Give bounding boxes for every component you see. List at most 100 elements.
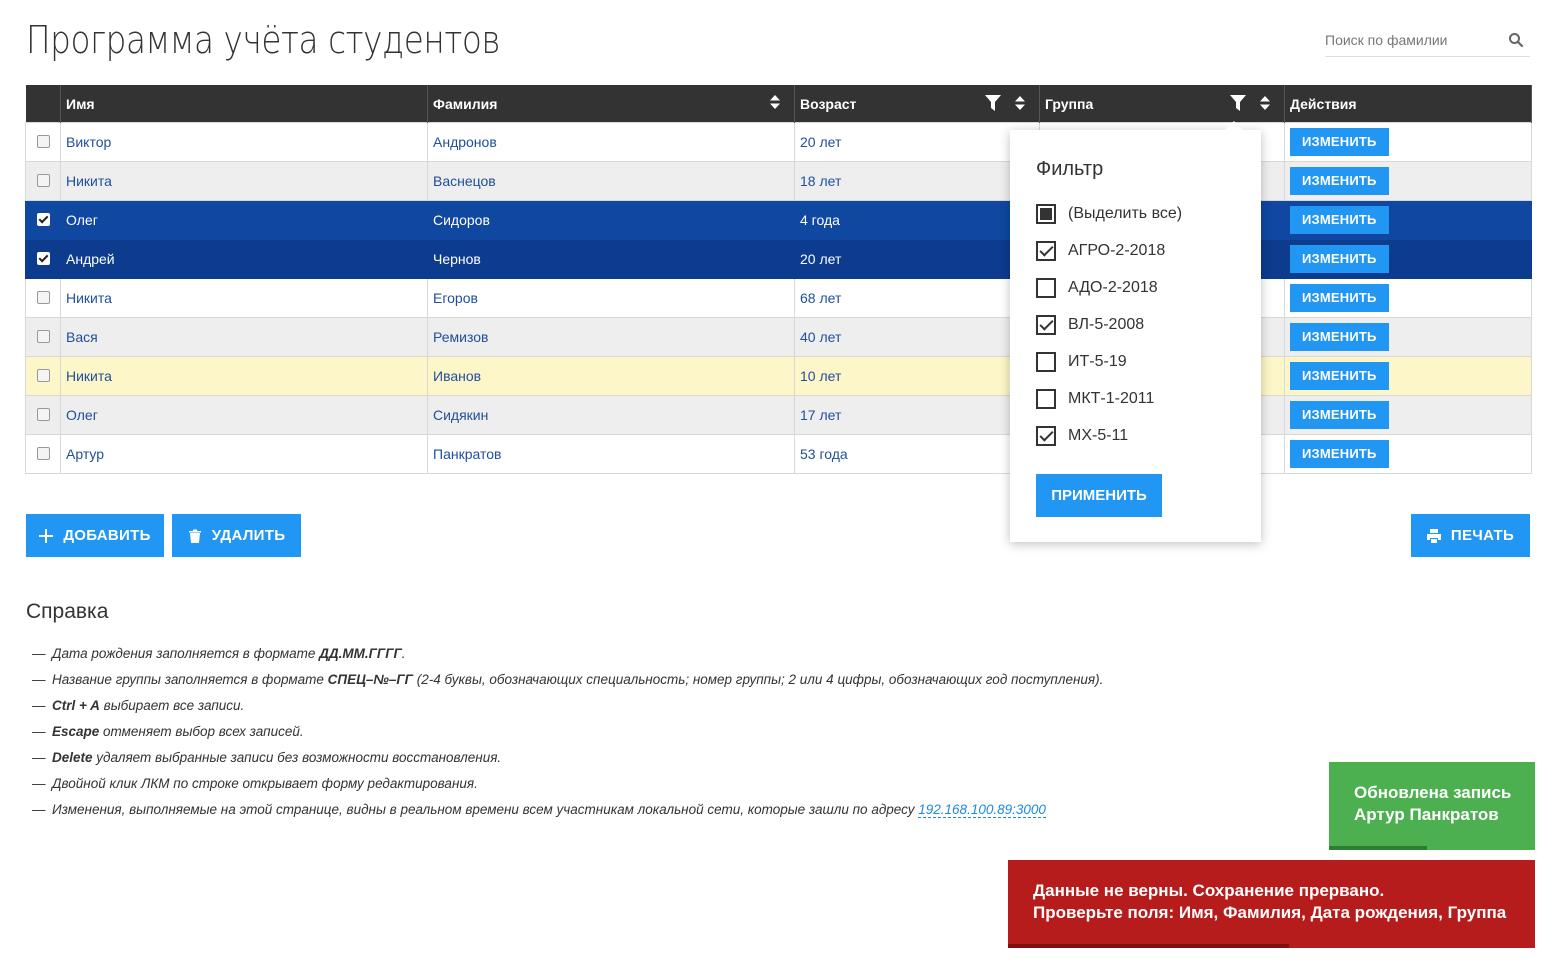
filter-icon[interactable] (1230, 95, 1246, 111)
table-row[interactable]: Артур Панкратов 53 года ИЗМЕНИТЬ (25, 434, 1532, 474)
filter-option-checkbox[interactable] (1036, 389, 1056, 409)
filter-option-checkbox[interactable] (1036, 426, 1056, 446)
edit-button[interactable]: ИЗМЕНИТЬ (1290, 206, 1389, 234)
edit-button[interactable]: ИЗМЕНИТЬ (1290, 245, 1389, 273)
row-checkbox[interactable] (36, 329, 50, 343)
row-select-cell[interactable] (25, 200, 61, 240)
cell-surname: Васнецов (427, 161, 795, 201)
table-row[interactable]: Никита Иванов 10 лет ИЗМЕНИТЬ (25, 356, 1532, 396)
add-button[interactable]: ДОБАВИТЬ (26, 514, 164, 557)
filter-option-checkbox[interactable] (1036, 241, 1056, 261)
table-row[interactable]: Никита Васнецов 18 лет ИЗМЕНИТЬ (25, 161, 1532, 201)
cell-surname: Сидоров (427, 200, 795, 240)
filter-option[interactable]: ИТ-5-19 (1036, 352, 1127, 372)
cell-actions: ИЗМЕНИТЬ (1284, 278, 1532, 318)
filter-option-checkbox[interactable] (1036, 352, 1056, 372)
row-checkbox[interactable] (36, 212, 50, 226)
header-group[interactable]: Группа (1039, 85, 1285, 123)
row-checkbox[interactable] (36, 446, 50, 460)
filter-option-label: МХ-5-11 (1068, 427, 1129, 444)
table-row[interactable]: Олег Сидякин 17 лет ИЗМЕНИТЬ (25, 395, 1532, 435)
cell-name: Олег (60, 200, 428, 240)
sort-icon[interactable] (1015, 96, 1025, 110)
sort-icon[interactable] (770, 95, 780, 109)
row-checkbox[interactable] (36, 173, 50, 187)
header-select[interactable] (25, 85, 61, 123)
row-checkbox[interactable] (36, 251, 50, 265)
cell-actions: ИЗМЕНИТЬ (1284, 239, 1532, 279)
row-select-cell[interactable] (25, 161, 61, 201)
edit-button[interactable]: ИЗМЕНИТЬ (1290, 401, 1389, 429)
filter-option-checkbox[interactable] (1036, 278, 1056, 298)
row-select-cell[interactable] (25, 122, 61, 162)
filter-option[interactable]: АГРО-2-2018 (1036, 241, 1165, 261)
edit-button[interactable]: ИЗМЕНИТЬ (1290, 167, 1389, 195)
delete-button[interactable]: УДАЛИТЬ (172, 514, 301, 557)
cell-surname: Сидякин (427, 395, 795, 435)
edit-button[interactable]: ИЗМЕНИТЬ (1290, 284, 1389, 312)
cell-surname: Егоров (427, 278, 795, 318)
print-button[interactable]: ПЕЧАТЬ (1411, 514, 1530, 557)
error-toast[interactable]: Данные не верны. Сохранение прервано. Пр… (1008, 860, 1535, 948)
filter-option[interactable]: МХ-5-11 (1036, 426, 1128, 446)
row-select-cell[interactable] (25, 317, 61, 357)
cell-surname: Иванов (427, 356, 795, 396)
search-icon[interactable] (1508, 32, 1524, 48)
row-checkbox[interactable] (36, 134, 50, 148)
apply-filter-button[interactable]: ПРИМЕНИТЬ (1036, 474, 1162, 517)
table-row[interactable]: Вася Ремизов 40 лет ИЗМЕНИТЬ (25, 317, 1532, 357)
filter-option-checkbox[interactable] (1036, 315, 1056, 335)
filter-icon[interactable] (985, 95, 1001, 111)
error-toast-line1: Данные не верны. Сохранение прервано. (1033, 881, 1385, 900)
table-row[interactable]: Виктор Андронов 20 лет ИЗМЕНИТЬ (25, 122, 1532, 162)
table-row[interactable]: Никита Егоров 68 лет ИЗМЕНИТЬ (25, 278, 1532, 318)
cell-name: Артур (60, 434, 428, 474)
cell-age: 10 лет (794, 356, 1040, 396)
edit-button[interactable]: ИЗМЕНИТЬ (1290, 440, 1389, 468)
row-select-cell[interactable] (25, 356, 61, 396)
table-row[interactable]: Андрей Чернов 20 лет ИЗМЕНИТЬ (25, 239, 1532, 279)
help-item: — Escape отменяет выбор всех записей. (32, 724, 304, 739)
edit-button[interactable]: ИЗМЕНИТЬ (1290, 362, 1389, 390)
row-select-cell[interactable] (25, 239, 61, 279)
help-item: — Delete удаляет выбранные записи без воз… (32, 750, 502, 765)
help-item: — Двойной клик ЛКМ по строке открывает фо… (32, 776, 478, 791)
sort-icon[interactable] (1260, 96, 1270, 110)
search-box (1325, 24, 1530, 57)
header-age[interactable]: Возраст (794, 85, 1040, 123)
table-row[interactable]: Олег Сидоров 4 года ИЗМЕНИТЬ (25, 200, 1532, 240)
filter-select-all[interactable]: (Выделить все) (1036, 204, 1182, 224)
success-toast-line1: Обновлена запись (1354, 783, 1512, 802)
row-checkbox[interactable] (36, 407, 50, 421)
cell-actions: ИЗМЕНИТЬ (1284, 122, 1532, 162)
filter-option[interactable]: МКТ-1-2011 (1036, 389, 1154, 409)
row-checkbox[interactable] (36, 290, 50, 304)
toast-progress-bar (1008, 944, 1289, 948)
cell-name: Никита (60, 161, 428, 201)
row-checkbox[interactable] (36, 368, 50, 382)
table-header-row: Имя Фамилия Возраст Группа Действия (25, 85, 1532, 123)
cell-actions: ИЗМЕНИТЬ (1284, 317, 1532, 357)
filter-option[interactable]: АДО-2-2018 (1036, 278, 1158, 298)
edit-button[interactable]: ИЗМЕНИТЬ (1290, 323, 1389, 351)
cell-age: 4 года (794, 200, 1040, 240)
header-name[interactable]: Имя (60, 85, 428, 123)
row-select-cell[interactable] (25, 278, 61, 318)
success-toast-line2: Артур Панкратов (1354, 805, 1499, 824)
cell-age: 40 лет (794, 317, 1040, 357)
cell-surname: Панкратов (427, 434, 795, 474)
success-toast[interactable]: Обновлена запись Артур Панкратов (1329, 762, 1535, 850)
server-address-link[interactable]: 192.168.100.89:3000 (918, 802, 1046, 818)
header-surname[interactable]: Фамилия (427, 85, 795, 123)
help-item: — Дата рождения заполняется в формате ДД.… (32, 646, 406, 661)
row-select-cell[interactable] (25, 395, 61, 435)
help-item: — Изменения, выполняемые на этой странице… (32, 802, 1046, 818)
select-all-checkbox[interactable] (1036, 204, 1056, 224)
header-actions: Действия (1284, 85, 1532, 123)
row-select-cell[interactable] (25, 434, 61, 474)
edit-button[interactable]: ИЗМЕНИТЬ (1290, 128, 1389, 156)
cell-age: 68 лет (794, 278, 1040, 318)
search-input[interactable] (1325, 32, 1508, 48)
filter-option[interactable]: ВЛ-5-2008 (1036, 315, 1144, 335)
cell-age: 20 лет (794, 239, 1040, 279)
